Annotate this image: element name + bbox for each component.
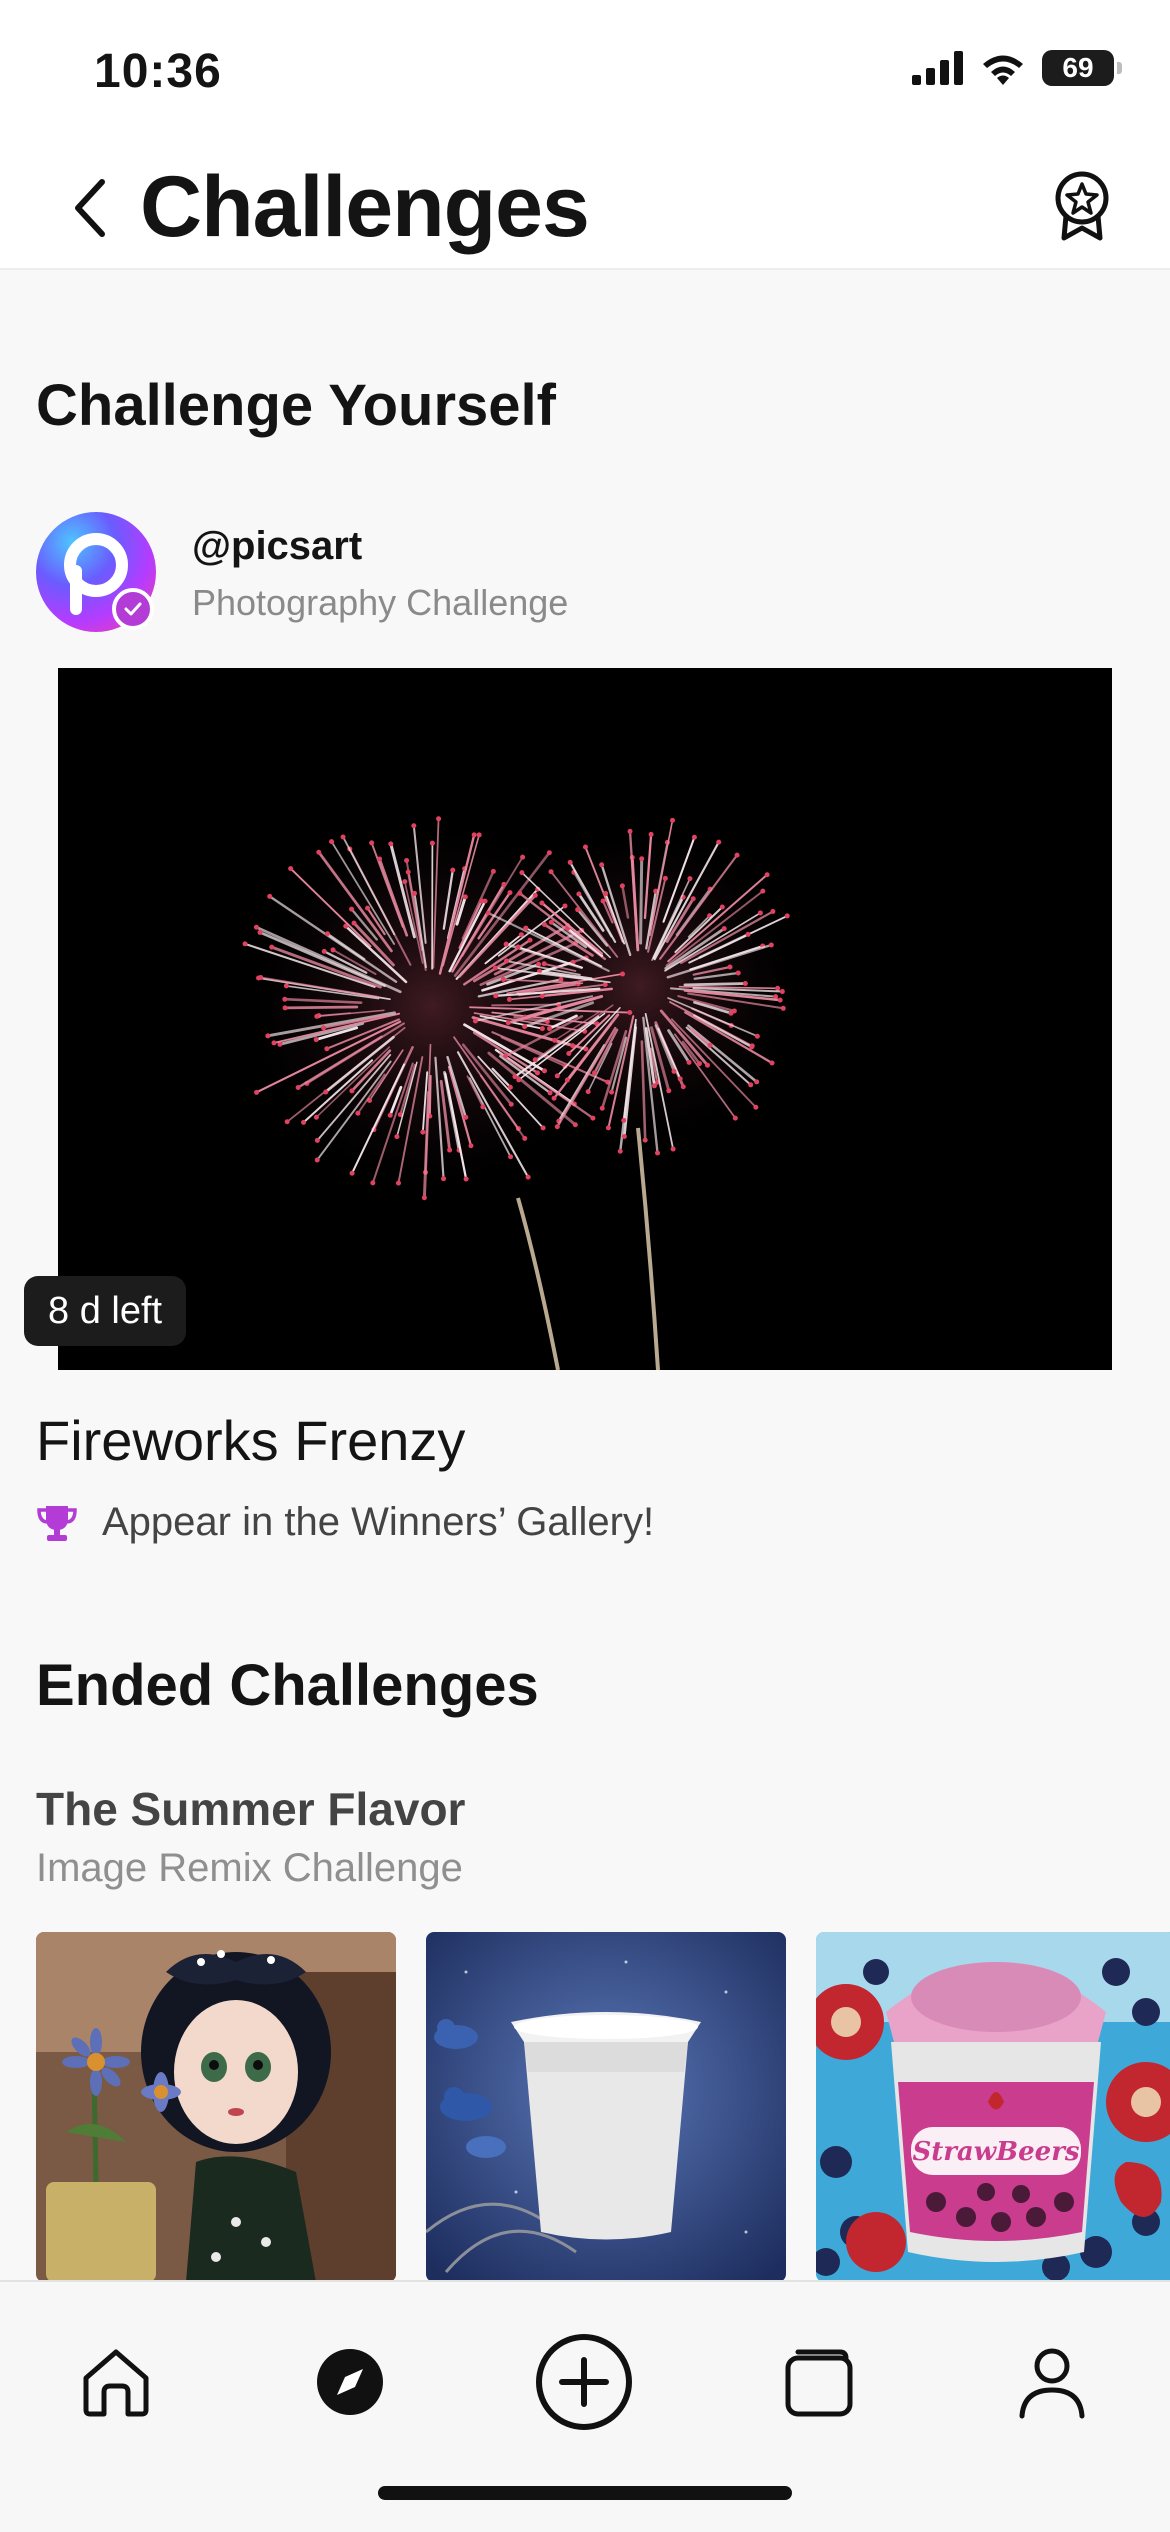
wifi-icon bbox=[983, 55, 1023, 85]
navigation-header: Challenges bbox=[0, 140, 1170, 270]
cup-label: StrawBeers bbox=[912, 2137, 1079, 2167]
prize-info: Appear in the Winners’ Gallery! bbox=[36, 1500, 654, 1545]
create-button[interactable] bbox=[524, 2322, 644, 2442]
submission-thumbnail[interactable]: StrawBeers bbox=[816, 1932, 1170, 2282]
person-icon bbox=[1019, 2348, 1085, 2419]
status-time: 10:36 bbox=[94, 45, 222, 98]
challenge-type: Photography Challenge bbox=[192, 582, 569, 623]
ended-challenge-thumbnails: StrawBeers bbox=[36, 1932, 1170, 2282]
home-icon bbox=[83, 2349, 149, 2417]
ended-challenge-title[interactable]: The Summer Flavor bbox=[36, 1782, 465, 1836]
strawberry-drink-image: StrawBeers bbox=[816, 1932, 1170, 2282]
tab-home[interactable] bbox=[56, 2322, 176, 2442]
submission-thumbnail[interactable] bbox=[426, 1932, 786, 2282]
status-icons: 69 bbox=[912, 50, 1122, 86]
award-star-icon bbox=[1055, 171, 1109, 241]
tab-profile[interactable] bbox=[992, 2322, 1112, 2442]
creator-handle[interactable]: @picsart bbox=[192, 524, 362, 569]
home-indicator bbox=[378, 2486, 792, 2500]
trophy-icon bbox=[37, 1505, 77, 1541]
page-title: Challenges bbox=[140, 159, 590, 255]
tab-explore[interactable] bbox=[290, 2322, 410, 2442]
prize-text: Appear in the Winners’ Gallery! bbox=[102, 1500, 655, 1544]
challenge-yourself-heading: Challenge Yourself bbox=[36, 373, 556, 438]
back-button[interactable] bbox=[60, 168, 120, 248]
chevron-left-icon bbox=[75, 179, 105, 237]
status-bar: 10:36 69 bbox=[0, 0, 1170, 140]
cellular-signal-icon bbox=[912, 51, 963, 85]
checkmark-icon bbox=[124, 602, 142, 616]
challenge-creator[interactable]: @picsart Photography Challenge bbox=[36, 512, 1136, 636]
fireworks-image bbox=[58, 668, 1112, 1370]
compass-icon bbox=[317, 2349, 383, 2415]
verified-badge bbox=[112, 588, 154, 630]
tab-collections[interactable] bbox=[758, 2322, 878, 2442]
challenge-name[interactable]: Fireworks Frenzy bbox=[36, 1408, 465, 1473]
achievements-button[interactable] bbox=[1046, 166, 1118, 246]
ended-challenges-heading: Ended Challenges bbox=[36, 1653, 539, 1718]
folder-icon bbox=[785, 2349, 853, 2417]
submission-thumbnail[interactable] bbox=[36, 1932, 396, 2282]
plus-circle-icon bbox=[536, 2334, 632, 2430]
battery-indicator: 69 bbox=[1042, 50, 1122, 86]
challenge-hero-image[interactable] bbox=[58, 668, 1112, 1370]
battery-level: 69 bbox=[1062, 52, 1094, 83]
ended-challenge-type: Image Remix Challenge bbox=[36, 1846, 463, 1890]
time-left-badge: 8 d left bbox=[24, 1276, 187, 1346]
cup-with-birds-image bbox=[426, 1932, 786, 2282]
doll-with-flowers-image bbox=[36, 1932, 396, 2282]
